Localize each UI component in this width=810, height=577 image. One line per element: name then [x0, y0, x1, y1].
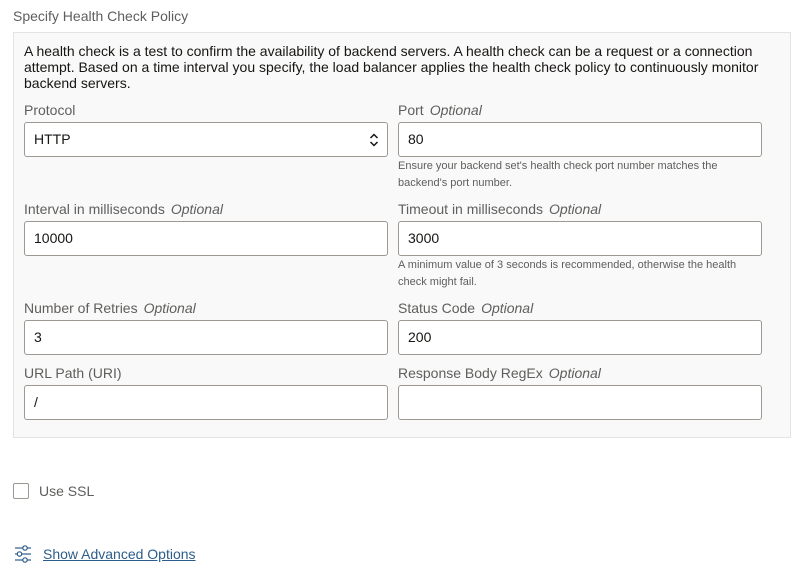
use-ssl-label[interactable]: Use SSL [39, 483, 94, 499]
port-label-text: Port [398, 102, 424, 118]
protocol-field: Protocol HTTP [24, 101, 388, 157]
protocol-value: HTTP [34, 131, 71, 147]
timeout-optional: Optional [548, 201, 602, 217]
status-code-field: Status Code Optional 200 [398, 299, 762, 355]
protocol-label-text: Protocol [24, 102, 76, 118]
retries-label-text: Number of Retries [24, 300, 138, 316]
interval-label-text: Interval in milliseconds [24, 201, 165, 217]
url-path-input[interactable]: / [24, 385, 388, 420]
port-label: Port Optional [398, 101, 762, 119]
sliders-icon[interactable] [14, 545, 32, 563]
use-ssl-checkbox[interactable] [13, 483, 29, 499]
status-code-label: Status Code Optional [398, 299, 762, 317]
select-arrows-icon [369, 133, 379, 147]
timeout-label-text: Timeout in milliseconds [398, 201, 543, 217]
timeout-hint: A minimum value of 3 seconds is recommen… [398, 259, 737, 288]
status-code-input[interactable]: 200 [398, 320, 762, 355]
retries-optional: Optional [143, 300, 196, 316]
port-optional: Optional [429, 102, 482, 118]
status-code-optional: Optional [481, 300, 534, 316]
protocol-select[interactable]: HTTP [24, 122, 388, 157]
show-advanced-options-link[interactable]: Show Advanced Options [43, 546, 196, 562]
response-regex-label: Response Body RegEx Optional [398, 364, 762, 382]
retries-field: Number of Retries Optional 3 [24, 299, 388, 355]
advanced-options-row: Show Advanced Options [14, 545, 196, 563]
timeout-field: Timeout in milliseconds Optional 3000 A m… [398, 200, 762, 290]
intro-text: A health check is a test to confirm the … [24, 43, 759, 91]
use-ssl-row: Use SSL [13, 482, 94, 500]
response-regex-input[interactable] [398, 385, 762, 420]
response-regex-field: Response Body RegEx Optional [398, 364, 762, 420]
url-path-label: URL Path (URI) [24, 364, 388, 382]
timeout-input[interactable]: 3000 [398, 221, 762, 256]
interval-field: Interval in milliseconds Optional 10000 [24, 200, 388, 256]
timeout-value: 3000 [408, 230, 440, 246]
response-regex-label-text: Response Body RegEx [398, 365, 543, 381]
retries-input[interactable]: 3 [24, 320, 388, 355]
port-input[interactable]: 80 [398, 122, 762, 157]
health-check-form: Specify Health Check Policy A health che… [0, 0, 810, 577]
status-code-value: 200 [408, 329, 432, 345]
retries-value: 3 [34, 329, 42, 345]
retries-label: Number of Retries Optional [24, 299, 388, 317]
status-code-label-text: Status Code [398, 300, 476, 316]
port-value: 80 [408, 131, 424, 147]
url-path-label-text: URL Path (URI) [24, 365, 122, 381]
protocol-label: Protocol [24, 101, 388, 119]
interval-optional: Optional [170, 201, 223, 217]
url-path-value: / [34, 394, 38, 410]
health-check-panel: A health check is a test to confirm the … [13, 32, 791, 438]
port-field: Port Optional 80 Ensure your backend set'… [398, 101, 762, 191]
section-title: Specify Health Check Policy [13, 8, 189, 24]
interval-value: 10000 [34, 230, 73, 246]
response-regex-optional: Optional [548, 365, 601, 381]
port-hint: Ensure your backend set's health check p… [398, 160, 718, 189]
url-path-field: URL Path (URI) / [24, 364, 388, 420]
interval-input[interactable]: 10000 [24, 221, 388, 256]
timeout-label: Timeout in milliseconds Optional [398, 200, 762, 218]
interval-label: Interval in milliseconds Optional [24, 200, 388, 218]
